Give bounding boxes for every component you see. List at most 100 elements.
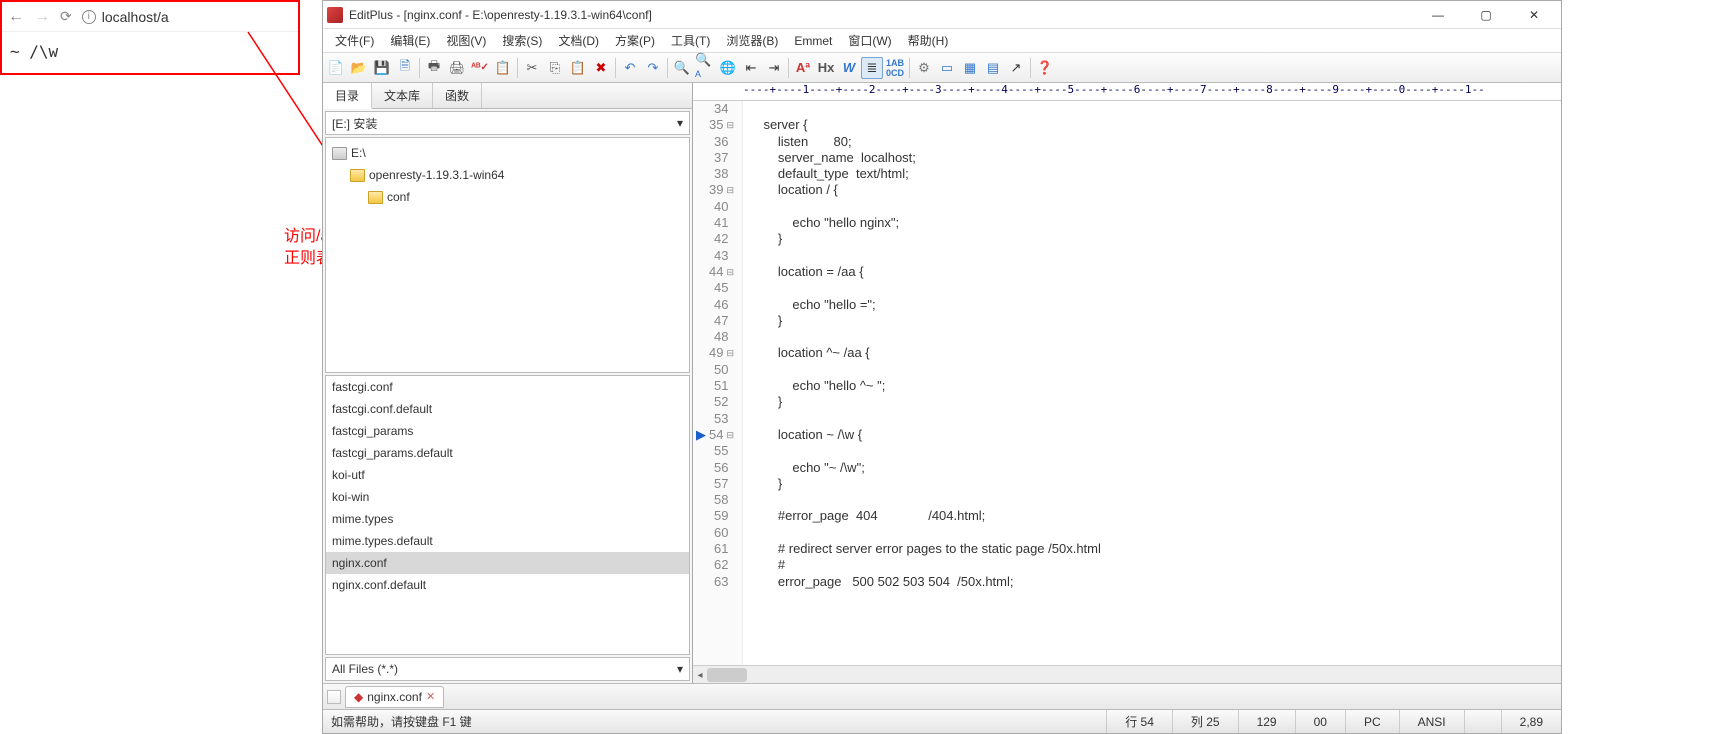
code-line[interactable]: server { xyxy=(749,117,1561,133)
tree-item[interactable]: conf xyxy=(328,186,687,208)
menu-item[interactable]: 浏览器(B) xyxy=(718,30,786,51)
code-line[interactable]: echo "~ /\w"; xyxy=(749,460,1561,476)
menu-item[interactable]: Emmet xyxy=(786,32,840,50)
folder-tree[interactable]: E:\openresty-1.19.3.1-win64conf xyxy=(325,137,690,373)
replace-icon[interactable]: 🔍ᴬ xyxy=(694,57,716,79)
file-list[interactable]: fastcgi.conffastcgi.conf.defaultfastcgi_… xyxy=(325,375,690,655)
wordwrap-icon[interactable]: W xyxy=(838,57,860,79)
settings-icon[interactable]: ⚙ xyxy=(913,57,935,79)
file-row[interactable]: nginx.conf.default xyxy=(326,574,689,596)
file-row[interactable]: mime.types.default xyxy=(326,530,689,552)
code-line[interactable]: echo "hello nginx"; xyxy=(749,215,1561,231)
help-icon[interactable]: ❓ xyxy=(1034,57,1056,79)
menu-item[interactable]: 文件(F) xyxy=(327,30,382,51)
menu-item[interactable]: 窗口(W) xyxy=(840,30,899,51)
menu-item[interactable]: 帮助(H) xyxy=(900,30,957,51)
code-line[interactable] xyxy=(749,329,1561,345)
close-tab-icon[interactable]: ✕ xyxy=(426,690,435,703)
code-line[interactable]: default_type text/html; xyxy=(749,166,1561,182)
code-line[interactable]: echo "hello ="; xyxy=(749,297,1561,313)
window2-icon[interactable]: ▦ xyxy=(959,57,981,79)
paste-icon[interactable]: 📋 xyxy=(567,57,589,79)
delete-icon[interactable]: ✖ xyxy=(590,57,612,79)
external-icon[interactable]: ↗ xyxy=(1005,57,1027,79)
undo-icon[interactable]: ↶ xyxy=(619,57,641,79)
cut-icon[interactable]: ✂ xyxy=(521,57,543,79)
code-line[interactable] xyxy=(749,248,1561,264)
code-line[interactable]: # xyxy=(749,557,1561,573)
file-row[interactable]: nginx.conf xyxy=(326,552,689,574)
drive-select[interactable]: [E:] 安装 ▾ xyxy=(325,111,690,135)
panel-tab[interactable]: 目录 xyxy=(323,83,372,109)
menu-item[interactable]: 编辑(E) xyxy=(382,30,438,51)
code-line[interactable] xyxy=(749,199,1561,215)
save-all-icon[interactable]: 🗎 xyxy=(394,57,416,79)
tree-item[interactable]: E:\ xyxy=(328,142,687,164)
file-row[interactable]: fastcgi_params xyxy=(326,420,689,442)
file-row[interactable]: mime.types xyxy=(326,508,689,530)
code-line[interactable]: echo "hello ^~ "; xyxy=(749,378,1561,394)
code-line[interactable]: location ^~ /aa { xyxy=(749,345,1561,361)
indent-left-icon[interactable]: ⇤ xyxy=(740,57,762,79)
code-line[interactable]: location / { xyxy=(749,182,1561,198)
code-line[interactable]: server_name localhost; xyxy=(749,150,1561,166)
forward-icon[interactable]: → xyxy=(34,8,50,26)
scroll-thumb[interactable] xyxy=(707,668,747,682)
code-line[interactable]: location ~ /\w { xyxy=(749,427,1561,443)
horizontal-scrollbar[interactable]: ◂ xyxy=(693,665,1561,683)
code-line[interactable]: error_page 500 502 503 504 /50x.html; xyxy=(749,574,1561,590)
code-line[interactable] xyxy=(749,443,1561,459)
menu-item[interactable]: 工具(T) xyxy=(663,30,718,51)
open-file-icon[interactable]: 📂 xyxy=(348,57,370,79)
refresh-icon[interactable]: ⟳ xyxy=(60,8,72,25)
code-line[interactable]: location = /aa { xyxy=(749,264,1561,280)
find-icon[interactable]: 🔍 xyxy=(671,57,693,79)
code-line[interactable] xyxy=(749,525,1561,541)
tree-item[interactable]: openresty-1.19.3.1-win64 xyxy=(328,164,687,186)
code-line[interactable]: } xyxy=(749,476,1561,492)
line-number-icon[interactable]: ≣ xyxy=(861,57,883,79)
hex-icon[interactable]: Hx xyxy=(815,57,837,79)
print-icon[interactable]: 🖶 xyxy=(423,57,445,79)
code-line[interactable]: #error_page 404 /404.html; xyxy=(749,508,1561,524)
menu-item[interactable]: 视图(V) xyxy=(438,30,494,51)
code-line[interactable]: } xyxy=(749,313,1561,329)
column-icon[interactable]: 1AB0CD xyxy=(884,57,906,79)
browser-icon[interactable]: 🌐 xyxy=(717,57,739,79)
indent-right-icon[interactable]: ⇥ xyxy=(763,57,785,79)
code-line[interactable]: listen 80; xyxy=(749,134,1561,150)
print-preview-icon[interactable]: 🖨 xyxy=(446,57,468,79)
code-area[interactable]: 34 35 ⊟36 37 38 39 ⊟40 41 42 43 44 ⊟45 4… xyxy=(693,101,1561,665)
copy-icon[interactable]: ⎘ xyxy=(544,57,566,79)
panel-tab[interactable]: 函数 xyxy=(433,83,482,108)
code-lines[interactable]: server { listen 80; server_name localhos… xyxy=(743,101,1561,665)
code-line[interactable] xyxy=(749,280,1561,296)
back-icon[interactable]: ← xyxy=(8,8,24,26)
scroll-left-icon[interactable]: ◂ xyxy=(693,668,707,682)
file-row[interactable]: fastcgi_params.default xyxy=(326,442,689,464)
file-row[interactable]: fastcgi.conf xyxy=(326,376,689,398)
menu-item[interactable]: 搜索(S) xyxy=(494,30,550,51)
minimize-button[interactable]: — xyxy=(1415,3,1461,27)
spellcheck-icon[interactable]: ᴬᴮ✓ xyxy=(469,57,491,79)
redo-icon[interactable]: ↷ xyxy=(642,57,664,79)
document-icon[interactable]: 📋 xyxy=(492,57,514,79)
menu-item[interactable]: 文档(D) xyxy=(550,30,607,51)
window1-icon[interactable]: ▭ xyxy=(936,57,958,79)
file-row[interactable]: koi-win xyxy=(326,486,689,508)
close-button[interactable]: ✕ xyxy=(1511,3,1557,27)
code-line[interactable] xyxy=(749,362,1561,378)
file-row[interactable]: fastcgi.conf.default xyxy=(326,398,689,420)
document-tab[interactable]: ◆ nginx.conf ✕ xyxy=(345,686,444,708)
code-line[interactable] xyxy=(749,101,1561,117)
window3-icon[interactable]: ▤ xyxy=(982,57,1004,79)
font-icon[interactable]: Aª xyxy=(792,57,814,79)
code-line[interactable]: # redirect server error pages to the sta… xyxy=(749,541,1561,557)
code-line[interactable] xyxy=(749,492,1561,508)
url-bar[interactable]: i localhost/a xyxy=(82,9,292,25)
file-row[interactable]: koi-utf xyxy=(326,464,689,486)
maximize-button[interactable]: ▢ xyxy=(1463,3,1509,27)
panel-tab[interactable]: 文本库 xyxy=(372,83,433,108)
menu-item[interactable]: 方案(P) xyxy=(607,30,663,51)
code-line[interactable]: } xyxy=(749,394,1561,410)
